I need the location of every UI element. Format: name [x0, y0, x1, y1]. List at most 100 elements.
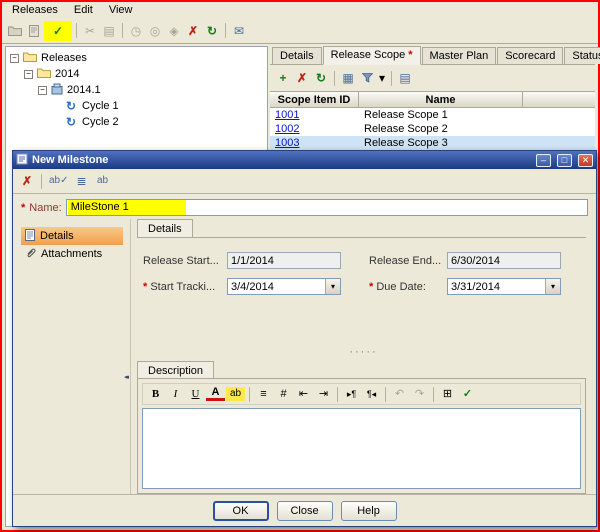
new-milestone-dialog: New Milestone – □ ✕ ✗ ab✓ ≣ ab * Name: M…	[12, 150, 597, 527]
name-input[interactable]: MileStone 1	[66, 199, 588, 216]
dialog-button-bar: OK Close Help	[13, 494, 596, 526]
table-row[interactable]: 1002 Release Scope 2	[270, 122, 595, 136]
minimize-button[interactable]: –	[536, 154, 551, 167]
maximize-button[interactable]: □	[557, 154, 572, 167]
scope-table-header: Scope Item ID Name	[270, 91, 595, 108]
bold-icon[interactable]: B	[146, 385, 165, 403]
description-tab-row: Description	[137, 361, 586, 379]
sidebar-splitter[interactable]: ◂◂	[123, 219, 131, 494]
new-milestone-icon[interactable]: ✓	[49, 22, 67, 40]
menubar: Releases Edit View	[2, 2, 598, 18]
redo-icon[interactable]: ↷	[410, 385, 429, 403]
scope-item-link[interactable]: 1001	[275, 109, 299, 121]
menu-view[interactable]: View	[101, 3, 141, 17]
ok-button[interactable]: OK	[213, 501, 269, 521]
description-textarea[interactable]	[142, 408, 581, 489]
insert-table-icon[interactable]: ⊞	[438, 385, 457, 403]
tree-node-label: Cycle 2	[82, 116, 119, 128]
tree-node-cycle-1[interactable]: ↻ Cycle 1	[8, 98, 265, 114]
tab-status[interactable]: Status	[564, 47, 600, 64]
close-button[interactable]: Close	[277, 501, 333, 521]
tab-release-scope[interactable]: Release Scope*	[323, 46, 421, 65]
tab-details[interactable]: Details	[137, 219, 193, 237]
splitter-handle[interactable]: ·····	[143, 347, 584, 357]
tree-node-releases[interactable]: − Releases	[8, 50, 265, 66]
tree-node-cycle-2[interactable]: ↻ Cycle 2	[8, 114, 265, 130]
remove-scope-item-icon[interactable]: ✗	[293, 69, 311, 87]
spell-check-icon[interactable]: ab✓	[47, 172, 71, 190]
paperclip-icon	[25, 247, 36, 262]
sidebar-item-details[interactable]: Details	[21, 227, 123, 245]
add-scope-item-icon[interactable]: +	[274, 69, 292, 87]
outdent-icon[interactable]: ⇤	[294, 385, 313, 403]
delete-icon[interactable]: ✗	[184, 22, 202, 40]
field-row: * Start Tracki... 3/4/2014 ▾ * Due Date:…	[143, 278, 584, 295]
due-date-combo[interactable]: 3/31/2014 ▾	[447, 278, 561, 295]
filter-icon[interactable]	[358, 69, 376, 87]
dialog-titlebar[interactable]: New Milestone – □ ✕	[13, 151, 596, 169]
table-row[interactable]: 1001 Release Scope 1	[270, 108, 595, 122]
tree-node-2014-1[interactable]: − 2014.1	[8, 82, 265, 98]
history-icon[interactable]: ◷	[127, 22, 145, 40]
bullet-list-icon[interactable]: ≡	[254, 385, 273, 403]
spelling-options-icon[interactable]: ab	[93, 172, 113, 190]
flag-icon[interactable]: ◈	[165, 22, 183, 40]
sidebar-item-label: Details	[40, 230, 74, 242]
right-to-left-icon[interactable]: ¶◂	[362, 385, 381, 403]
menu-releases[interactable]: Releases	[4, 3, 66, 17]
toolbar-separator	[337, 387, 338, 402]
tab-master-plan[interactable]: Master Plan	[422, 47, 497, 64]
favorites-icon[interactable]: ◎	[146, 22, 164, 40]
menu-edit[interactable]: Edit	[66, 3, 101, 17]
help-button[interactable]: Help	[341, 501, 397, 521]
highlight-color-icon[interactable]: ab	[226, 387, 245, 401]
left-to-right-icon[interactable]: ▸¶	[342, 385, 361, 403]
column-header-name[interactable]: Name	[359, 92, 523, 107]
start-tracking-label: * Start Tracki...	[143, 281, 227, 293]
comments-icon[interactable]: ✉	[230, 22, 248, 40]
collapse-expander-icon[interactable]: −	[10, 54, 19, 63]
sidebar-item-attachments[interactable]: Attachments	[21, 245, 123, 263]
tab-description[interactable]: Description	[137, 361, 214, 379]
tree-node-2014[interactable]: − 2014	[8, 66, 265, 82]
filter-dropdown-icon[interactable]: ▾	[377, 69, 387, 87]
collapse-expander-icon[interactable]: −	[24, 70, 33, 79]
scope-item-link[interactable]: 1002	[275, 123, 299, 135]
tab-label: Master Plan	[430, 50, 489, 62]
table-row-selected[interactable]: 1003 Release Scope 3	[270, 136, 595, 150]
underline-icon[interactable]: U	[186, 385, 205, 403]
tab-details[interactable]: Details	[272, 47, 322, 64]
paste-icon[interactable]: ▤	[100, 22, 118, 40]
information-panel-icon[interactable]: ▤	[396, 69, 414, 87]
dropdown-arrow-icon[interactable]: ▾	[545, 279, 560, 294]
release-end-field: 6/30/2014	[447, 252, 561, 269]
italic-icon[interactable]: I	[166, 385, 185, 403]
refresh-icon[interactable]: ↻	[312, 69, 330, 87]
dropdown-arrow-icon[interactable]: ▾	[325, 279, 340, 294]
clear-all-fields-icon[interactable]: ✗	[18, 172, 36, 190]
refresh-icon[interactable]: ↻	[203, 22, 221, 40]
new-release-icon[interactable]	[25, 22, 43, 40]
cut-icon[interactable]: ✂	[81, 22, 99, 40]
select-columns-icon[interactable]: ▦	[339, 69, 357, 87]
numbered-list-icon[interactable]: #	[274, 385, 293, 403]
tab-scorecard[interactable]: Scorecard	[497, 47, 563, 64]
main-toolbar: ✓ ✂ ▤ ◷ ◎ ◈ ✗ ↻ ✉	[2, 18, 598, 44]
thesaurus-icon[interactable]: ≣	[73, 172, 91, 190]
undo-icon[interactable]: ↶	[390, 385, 409, 403]
start-tracking-combo[interactable]: 3/4/2014 ▾	[227, 278, 341, 295]
column-header-scope-item-id[interactable]: Scope Item ID	[270, 92, 359, 107]
close-button[interactable]: ✕	[578, 154, 593, 167]
toolbar-separator	[433, 387, 434, 402]
new-release-folder-icon[interactable]	[6, 22, 24, 40]
name-field-row: * Name: MileStone 1	[13, 194, 596, 219]
collapse-sidebar-icon[interactable]: ◂◂	[124, 373, 127, 381]
dialog-content: Details Attachments ◂◂ Details Release S…	[13, 219, 596, 494]
spell-check-icon[interactable]: ✓	[458, 385, 477, 403]
font-color-icon[interactable]: A	[206, 387, 225, 401]
indent-icon[interactable]: ⇥	[314, 385, 333, 403]
dialog-title: New Milestone	[32, 154, 530, 166]
name-value-highlighted: MileStone 1	[68, 200, 186, 215]
scope-item-link[interactable]: 1003	[275, 137, 299, 149]
collapse-expander-icon[interactable]: −	[38, 86, 47, 95]
